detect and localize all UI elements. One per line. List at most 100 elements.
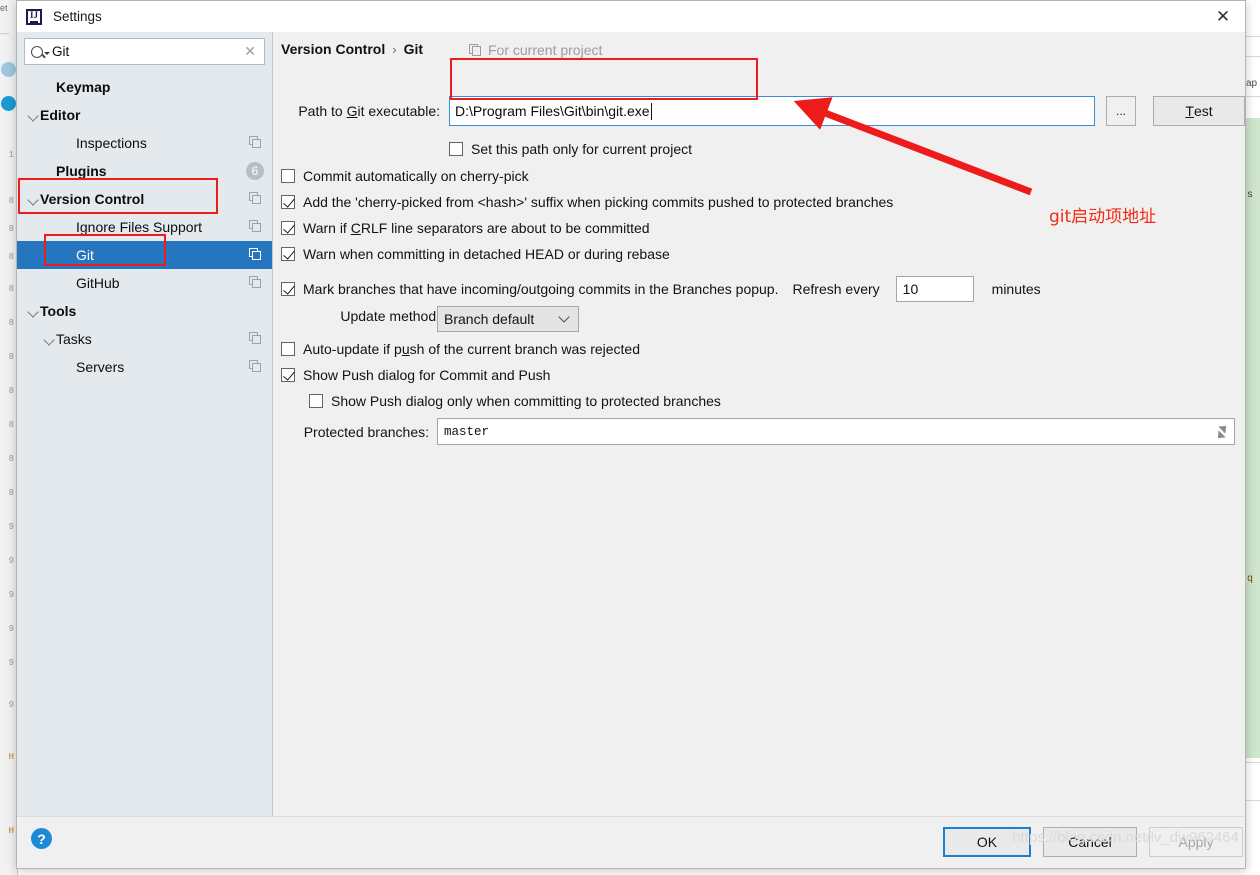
background-line-number: 8 bbox=[8, 318, 14, 328]
search-icon bbox=[31, 45, 43, 58]
checkbox-label-0: Commit automatically on cherry-pick bbox=[303, 168, 529, 184]
sidebar-item-git[interactable]: Git bbox=[17, 241, 272, 269]
sidebar-item-editor[interactable]: Editor bbox=[17, 101, 272, 129]
close-icon[interactable]: ✕ bbox=[1201, 1, 1245, 32]
auto-update-row[interactable]: Auto-update if push of the current branc… bbox=[281, 341, 640, 357]
cherry-picked-suffix-checkbox[interactable] bbox=[281, 195, 295, 209]
refresh-every-label: Refresh every bbox=[792, 281, 880, 297]
sidebar-item-github[interactable]: GitHub bbox=[17, 269, 272, 297]
settings-tree: Keymap Editor Inspections Plugins 6 Version C… bbox=[17, 73, 272, 816]
checkbox-row-0[interactable]: Commit automatically on cherry-pick bbox=[281, 168, 529, 184]
sidebar-item-badge: 6 bbox=[246, 162, 264, 180]
git-executable-path-value: D:\Program Files\Git\bin\git.exe bbox=[455, 103, 650, 119]
background-rule bbox=[1246, 56, 1260, 57]
copy-icon[interactable] bbox=[249, 248, 262, 261]
search-input[interactable]: Git bbox=[52, 39, 242, 64]
show-push-protected-label: Show Push dialog only when committing to… bbox=[331, 393, 721, 409]
sidebar-item-keymap[interactable]: Keymap bbox=[17, 73, 272, 101]
sidebar-item-label: Editor bbox=[40, 107, 81, 123]
mark-branches-label: Mark branches that have incoming/outgoin… bbox=[303, 281, 779, 297]
checkbox-row-3[interactable]: Warn when committing in detached HEAD or… bbox=[281, 246, 670, 262]
checkbox-row-2[interactable]: Warn if CRLF line separators are about t… bbox=[281, 220, 650, 236]
breadcrumb: Version Control › Git bbox=[281, 41, 423, 57]
background-line-number: 8 bbox=[8, 386, 14, 396]
background-line-number: 8 bbox=[8, 352, 14, 362]
chevron-down-icon bbox=[558, 311, 570, 323]
test-button[interactable]: Test bbox=[1153, 96, 1245, 126]
sidebar-item-servers[interactable]: Servers bbox=[17, 353, 272, 381]
show-push-dialog-checkbox[interactable] bbox=[281, 368, 295, 382]
background-rule bbox=[1246, 800, 1260, 801]
set-path-only-checkbox[interactable] bbox=[449, 142, 463, 156]
checkbox-label-2: Warn if CRLF line separators are about t… bbox=[303, 220, 650, 236]
commit-automatically-checkbox[interactable] bbox=[281, 169, 295, 183]
show-push-protected-row[interactable]: Show Push dialog only when committing to… bbox=[309, 393, 721, 409]
background-code-char: q bbox=[1247, 574, 1254, 585]
sidebar-item-inspections[interactable]: Inspections bbox=[17, 129, 272, 157]
copy-icon[interactable] bbox=[249, 360, 262, 373]
breadcrumb-separator-icon: › bbox=[392, 41, 397, 57]
dialog-title: Settings bbox=[53, 9, 102, 24]
intellij-logo-text: IJ bbox=[29, 10, 38, 23]
breadcrumb-root[interactable]: Version Control bbox=[281, 41, 385, 57]
background-line-number: 9 bbox=[8, 700, 14, 710]
sidebar-item-label: Servers bbox=[76, 359, 125, 375]
background-line-number: 9 bbox=[8, 658, 14, 668]
background-line-number: H bbox=[8, 752, 14, 762]
copy-icon[interactable] bbox=[249, 192, 262, 205]
background-icon-b bbox=[1, 96, 16, 111]
chevron-down-icon[interactable] bbox=[27, 109, 40, 122]
settings-dialog: IJ Settings ✕ Git ✕ Keymap Editor Inspecti… bbox=[16, 0, 1246, 869]
sidebar-item-tools[interactable]: Tools bbox=[17, 297, 272, 325]
browse-button[interactable]: ... bbox=[1106, 96, 1136, 126]
chevron-down-icon[interactable] bbox=[27, 193, 40, 206]
protected-branches-input[interactable]: master bbox=[437, 418, 1235, 445]
copy-icon[interactable] bbox=[249, 136, 262, 149]
copy-icon[interactable] bbox=[249, 220, 262, 233]
checkbox-row-1[interactable]: Add the 'cherry-picked from <hash>' suff… bbox=[281, 194, 893, 210]
background-line-number: 8 bbox=[8, 284, 14, 294]
sidebar-item-label: Plugins bbox=[56, 163, 107, 179]
background-line-number: 8 bbox=[8, 454, 14, 464]
background-line-number: 8 bbox=[8, 224, 14, 234]
for-current-project-indicator: For current project bbox=[469, 42, 602, 58]
chevron-down-icon[interactable] bbox=[27, 305, 40, 318]
mark-branches-row[interactable]: Mark branches that have incoming/outgoin… bbox=[281, 276, 1041, 302]
background-line-number: 9 bbox=[8, 624, 14, 634]
auto-update-checkbox[interactable] bbox=[281, 342, 295, 356]
copy-icon[interactable] bbox=[249, 332, 262, 345]
background-diff-highlight bbox=[1246, 118, 1260, 758]
show-push-protected-checkbox[interactable] bbox=[309, 394, 323, 408]
warn-crlf-checkbox[interactable] bbox=[281, 221, 295, 235]
background-line-number: 9 bbox=[8, 590, 14, 600]
refresh-interval-input[interactable]: 10 bbox=[895, 276, 974, 302]
expand-icon[interactable] bbox=[1215, 425, 1229, 439]
background-line-number: 1 bbox=[8, 150, 14, 160]
git-executable-path-input[interactable]: D:\Program Files\Git\bin\git.exe bbox=[449, 96, 1095, 126]
search-wrapper: Git ✕ bbox=[17, 32, 272, 65]
dialog-body: Git ✕ Keymap Editor Inspections Plugins 6 Ver… bbox=[17, 32, 1245, 816]
chevron-down-icon[interactable] bbox=[43, 333, 56, 346]
warn-detached-head-checkbox[interactable] bbox=[281, 247, 295, 261]
settings-search-box[interactable]: Git ✕ bbox=[24, 38, 265, 65]
sidebar-item-plugins[interactable]: Plugins 6 bbox=[17, 157, 272, 185]
sidebar-item-label: Version Control bbox=[40, 191, 145, 207]
sidebar-item-label: GitHub bbox=[76, 275, 120, 291]
sidebar-item-ignore-files-support[interactable]: Ignore Files Support bbox=[17, 213, 272, 241]
help-button[interactable]: ? bbox=[31, 828, 52, 849]
show-push-row[interactable]: Show Push dialog for Commit and Push bbox=[281, 367, 550, 383]
mark-branches-checkbox[interactable] bbox=[281, 282, 295, 296]
copy-icon[interactable] bbox=[249, 276, 262, 289]
update-method-select[interactable]: Branch default bbox=[437, 306, 579, 332]
clear-search-icon[interactable]: ✕ bbox=[242, 43, 258, 60]
background-icon-a bbox=[1, 62, 16, 77]
settings-content: Version Control › Git For current projec… bbox=[273, 32, 1245, 816]
sidebar-item-version-control[interactable]: Version Control bbox=[17, 185, 272, 213]
test-button-mnemonic: T bbox=[1185, 103, 1194, 119]
sidebar-item-tasks[interactable]: Tasks bbox=[17, 325, 272, 353]
set-path-only-row[interactable]: Set this path only for current project bbox=[449, 141, 692, 157]
background-divider: — bbox=[0, 28, 9, 38]
watermark: https://blog.csdn.net/lv_dw962464 bbox=[1012, 829, 1239, 846]
